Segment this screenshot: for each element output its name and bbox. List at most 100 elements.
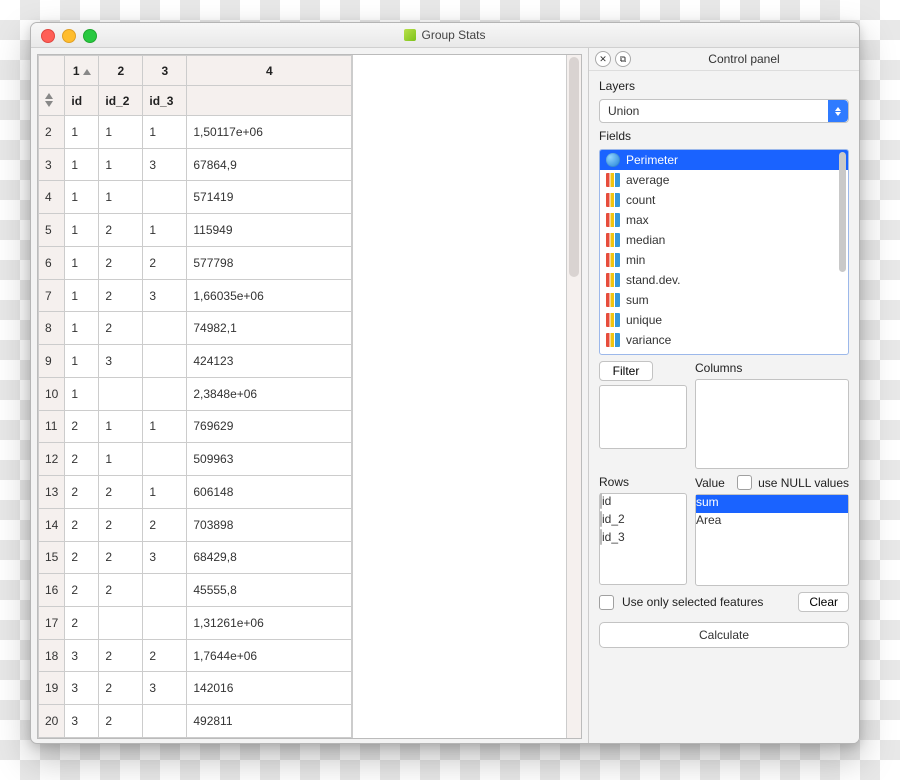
- cell-id[interactable]: 1: [65, 279, 99, 312]
- cell-id3[interactable]: 1: [143, 476, 187, 509]
- cell-id2[interactable]: [99, 607, 143, 640]
- cell-id2[interactable]: 2: [99, 574, 143, 607]
- cell-id3[interactable]: 1: [143, 410, 187, 443]
- cell-value[interactable]: 492811: [187, 705, 352, 738]
- close-icon[interactable]: [41, 29, 55, 43]
- cell-id[interactable]: 1: [65, 214, 99, 247]
- cell-id2[interactable]: 1: [99, 410, 143, 443]
- field-item[interactable]: count: [600, 190, 848, 210]
- cell-value[interactable]: 1,50117e+06: [187, 116, 352, 149]
- field-item[interactable]: max: [600, 210, 848, 230]
- table-scrollbar[interactable]: [566, 55, 581, 738]
- cell-id3[interactable]: [143, 345, 187, 378]
- cell-id[interactable]: 1: [65, 345, 99, 378]
- cell-id[interactable]: 2: [65, 574, 99, 607]
- col-num-4[interactable]: 4: [187, 56, 352, 86]
- value-box[interactable]: sumArea: [695, 494, 849, 586]
- cell-id2[interactable]: 2: [99, 214, 143, 247]
- col-num-2[interactable]: 2: [99, 56, 143, 86]
- cell-value[interactable]: 1,31261e+06: [187, 607, 352, 640]
- table-row[interactable]: 1522368429,8: [39, 541, 352, 574]
- cell-id[interactable]: 2: [65, 476, 99, 509]
- clear-button[interactable]: Clear: [798, 592, 849, 612]
- table-row[interactable]: 913424123: [39, 345, 352, 378]
- cell-id2[interactable]: 2: [99, 246, 143, 279]
- table-row[interactable]: 13221606148: [39, 476, 352, 509]
- cell-id3[interactable]: [143, 574, 187, 607]
- field-item[interactable]: sum: [600, 290, 848, 310]
- cell-value[interactable]: 606148: [187, 476, 352, 509]
- table-row[interactable]: 14222703898: [39, 508, 352, 541]
- cell-id3[interactable]: 3: [143, 148, 187, 181]
- zoom-icon[interactable]: [83, 29, 97, 43]
- cell-id2[interactable]: 2: [99, 541, 143, 574]
- table-row[interactable]: 162245555,8: [39, 574, 352, 607]
- fields-scrollbar[interactable]: [838, 151, 847, 353]
- cell-value[interactable]: 74982,1: [187, 312, 352, 345]
- panel-detach-icon[interactable]: ⧉: [615, 51, 631, 67]
- minimize-icon[interactable]: [62, 29, 76, 43]
- table-row[interactable]: 19323142016: [39, 672, 352, 705]
- cell-id[interactable]: 1: [65, 246, 99, 279]
- calculate-button[interactable]: Calculate: [599, 622, 849, 648]
- rows-item[interactable]: id: [600, 494, 686, 512]
- cell-id[interactable]: 2: [65, 541, 99, 574]
- cell-value[interactable]: 424123: [187, 345, 352, 378]
- table-row[interactable]: 1721,31261e+06: [39, 607, 352, 640]
- cell-id3[interactable]: [143, 443, 187, 476]
- table-row[interactable]: 1012,3848e+06: [39, 377, 352, 410]
- col-header-value[interactable]: [187, 86, 352, 116]
- rows-box[interactable]: idid_2id_3: [599, 493, 687, 585]
- cell-id[interactable]: 1: [65, 116, 99, 149]
- use-selected-checkbox[interactable]: [599, 595, 614, 610]
- col-header-id3[interactable]: id_3: [143, 86, 187, 116]
- table-row[interactable]: 311367864,9: [39, 148, 352, 181]
- field-item[interactable]: min: [600, 250, 848, 270]
- table-row[interactable]: 2032492811: [39, 705, 352, 738]
- col-num-1[interactable]: 1: [65, 56, 99, 86]
- cell-value[interactable]: 2,3848e+06: [187, 377, 352, 410]
- cell-id2[interactable]: 2: [99, 672, 143, 705]
- cell-id[interactable]: 1: [65, 312, 99, 345]
- cell-id3[interactable]: [143, 705, 187, 738]
- col-header-id[interactable]: id: [65, 86, 99, 116]
- cell-id3[interactable]: [143, 607, 187, 640]
- field-item[interactable]: unique: [600, 310, 848, 330]
- field-item[interactable]: variance: [600, 330, 848, 350]
- field-item[interactable]: Perimeter: [600, 150, 848, 170]
- fields-listbox[interactable]: Perimeteraveragecountmaxmedianminstand.d…: [599, 149, 849, 355]
- cell-id2[interactable]: 1: [99, 116, 143, 149]
- row-sort-cell[interactable]: [39, 86, 65, 116]
- table-row[interactable]: 1221509963: [39, 443, 352, 476]
- cell-id2[interactable]: 3: [99, 345, 143, 378]
- rows-item[interactable]: id_2: [600, 512, 686, 530]
- field-item[interactable]: stand.dev.: [600, 270, 848, 290]
- cell-id2[interactable]: 1: [99, 148, 143, 181]
- cell-value[interactable]: 509963: [187, 443, 352, 476]
- cell-id[interactable]: 3: [65, 705, 99, 738]
- cell-id3[interactable]: 2: [143, 639, 187, 672]
- table-row[interactable]: 81274982,1: [39, 312, 352, 345]
- cell-id3[interactable]: [143, 312, 187, 345]
- cell-id3[interactable]: 3: [143, 541, 187, 574]
- scrollbar-thumb[interactable]: [569, 57, 579, 277]
- cell-value[interactable]: 142016: [187, 672, 352, 705]
- cell-value[interactable]: 769629: [187, 410, 352, 443]
- cell-value[interactable]: 45555,8: [187, 574, 352, 607]
- table-row[interactable]: 21111,50117e+06: [39, 116, 352, 149]
- cell-id2[interactable]: 2: [99, 279, 143, 312]
- table-row[interactable]: 71231,66035e+06: [39, 279, 352, 312]
- table-row[interactable]: 183221,7644e+06: [39, 639, 352, 672]
- cell-id2[interactable]: 2: [99, 312, 143, 345]
- cell-id[interactable]: 3: [65, 639, 99, 672]
- columns-box[interactable]: [695, 379, 849, 469]
- cell-id2[interactable]: 2: [99, 639, 143, 672]
- cell-value[interactable]: 115949: [187, 214, 352, 247]
- cell-value[interactable]: 577798: [187, 246, 352, 279]
- cell-id3[interactable]: 1: [143, 214, 187, 247]
- cell-id2[interactable]: 1: [99, 443, 143, 476]
- value-item[interactable]: Area: [696, 513, 848, 531]
- cell-id3[interactable]: 2: [143, 246, 187, 279]
- cell-value[interactable]: 1,66035e+06: [187, 279, 352, 312]
- cell-value[interactable]: 1,7644e+06: [187, 639, 352, 672]
